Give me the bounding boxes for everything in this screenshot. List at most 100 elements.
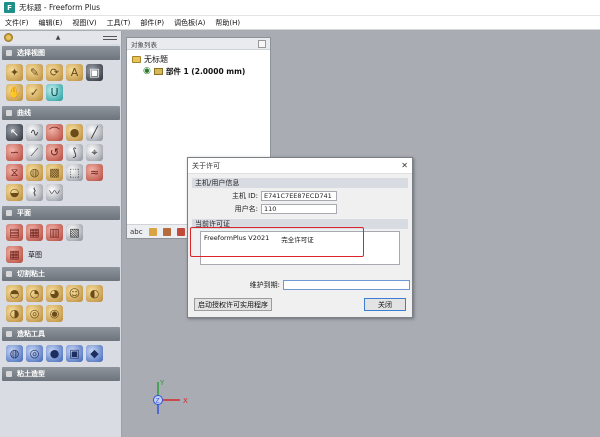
- select-tool-icon[interactable]: ✦: [6, 64, 23, 81]
- sculpt-tool-icon[interactable]: ●: [46, 345, 63, 362]
- arrow-tool-icon[interactable]: ↖: [6, 124, 23, 141]
- u-shape-tool-icon[interactable]: U: [46, 84, 63, 101]
- username-row: 用户名: 110: [188, 203, 412, 214]
- blend-tool-icon[interactable]: ◍: [6, 345, 23, 362]
- close-icon[interactable]: ✕: [401, 161, 408, 170]
- wrap-tool-icon[interactable]: ⌇: [26, 184, 43, 201]
- spline-tool-icon[interactable]: ∽: [6, 144, 23, 161]
- deform-tool-icon[interactable]: ◎: [26, 345, 43, 362]
- trim-tool-icon[interactable]: ◕: [46, 285, 63, 302]
- host-id-field[interactable]: E741C7EE87ECD741: [261, 190, 337, 201]
- maintenance-row: 维护到期:: [188, 279, 412, 290]
- carve-tool-icon[interactable]: ◓: [6, 285, 23, 302]
- close-button[interactable]: 关闭: [364, 298, 406, 311]
- mirror-tool-icon[interactable]: ⧖: [6, 164, 23, 181]
- dome-tool-icon[interactable]: ◉: [46, 305, 63, 322]
- plane-edit-icon[interactable]: ▥: [46, 224, 63, 241]
- section-clay-tools[interactable]: 造粘工具: [2, 327, 120, 341]
- bend-tool-icon[interactable]: ↺: [46, 144, 63, 161]
- menu-file[interactable]: 文件(F): [0, 18, 34, 28]
- plane-tool-icon[interactable]: ▤: [6, 224, 23, 241]
- collapse-icon: [6, 210, 12, 216]
- material-icon[interactable]: [162, 227, 171, 236]
- toolbox-header: ▲: [0, 31, 121, 44]
- stamp-tool-icon[interactable]: ◆: [86, 345, 103, 362]
- wave-tool-icon[interactable]: ≈: [86, 164, 103, 181]
- ring-tool-icon[interactable]: ◎: [26, 305, 43, 322]
- collapse-icon: [6, 50, 12, 56]
- letter-tool-icon[interactable]: A: [66, 64, 83, 81]
- offset-tool-icon[interactable]: ⟆: [66, 144, 83, 161]
- rotate-tool-icon[interactable]: ⟳: [46, 64, 63, 81]
- collapse-icon: [6, 110, 12, 116]
- line-tool-icon[interactable]: ╱: [86, 124, 103, 141]
- face-tool-icon[interactable]: ☺: [66, 285, 83, 302]
- cut-tool-icon[interactable]: ◔: [26, 285, 43, 302]
- grip-handle-icon[interactable]: [103, 35, 117, 40]
- username-field[interactable]: 110: [261, 203, 337, 214]
- brush-select-icon[interactable]: ✎: [26, 64, 43, 81]
- menu-edit[interactable]: 编辑(E): [34, 18, 68, 28]
- globe-tool-icon[interactable]: ◍: [26, 164, 43, 181]
- tool-grid-select-view: ✦ ✎ ⟳ A ▣ ✋ ✓ U: [0, 61, 121, 104]
- folder-icon: [132, 55, 141, 63]
- tree-part-row[interactable]: ◉ 部件 1 (2.0000 mm): [143, 65, 265, 77]
- section-select-view[interactable]: 选择视图: [2, 46, 120, 60]
- split-tool-icon[interactable]: ⟋: [26, 144, 43, 161]
- collapse-icon: [6, 271, 12, 277]
- ribbon-tool-icon[interactable]: 〰: [46, 184, 63, 201]
- toolbox-palette: ▲ 选择视图 ✦ ✎ ⟳ A ▣ ✋ ✓ U 曲线 ↖ ∿ ⌒ ● ╱ ∽ ⟋ …: [0, 31, 122, 437]
- tool-grid-cut-clay: ◓ ◔ ◕ ☺ ◐ ◑ ◎ ◉: [0, 282, 121, 325]
- license-dialog: 关于许可 ✕ 主机/用户信息 主机 ID: E741C7EE87ECD741 用…: [187, 157, 413, 318]
- cursor-tool-icon[interactable]: ⌖: [86, 144, 103, 161]
- paint-icon[interactable]: [148, 227, 157, 236]
- tool-grid-planes: ▤ ▦ ▥ ▧: [0, 221, 121, 244]
- curve-tool-icon[interactable]: ∿: [26, 124, 43, 141]
- scroll-up-icon[interactable]: ▲: [56, 34, 61, 41]
- maintenance-field[interactable]: [283, 279, 410, 290]
- sketch-item[interactable]: ▦ 草图: [0, 244, 121, 265]
- gear-icon[interactable]: [4, 33, 13, 42]
- launch-license-utility-button[interactable]: 启动授权许可实用程序: [194, 298, 272, 311]
- shell-tool-icon[interactable]: ◒: [6, 184, 23, 201]
- smooth-tool-icon[interactable]: ◑: [6, 305, 23, 322]
- axis-triad: X Y Z: [153, 379, 188, 414]
- cube-tool-icon[interactable]: ▩: [46, 164, 63, 181]
- scale-tool-icon[interactable]: ⬚: [66, 164, 83, 181]
- window-title: 无标题 - Freeform Plus: [19, 3, 101, 12]
- section-planes[interactable]: 平面: [2, 206, 120, 220]
- tree-root-row[interactable]: 无标题: [132, 53, 265, 65]
- tree-part-label: 部件 1 (2.0000 mm): [165, 66, 246, 76]
- object-tree: 无标题 ◉ 部件 1 (2.0000 mm): [127, 50, 270, 80]
- section-cut-clay[interactable]: 切割粘土: [2, 267, 120, 281]
- dialog-title: 关于许可: [192, 161, 220, 170]
- plane-copy-icon[interactable]: ▧: [66, 224, 83, 241]
- hand-tool-icon[interactable]: ✋: [6, 84, 23, 101]
- sphere-tool-icon[interactable]: ●: [66, 124, 83, 141]
- license-list[interactable]: FreeformPlus V2021 完全许可证: [200, 231, 400, 265]
- curve-edit-icon[interactable]: ⌒: [46, 124, 63, 141]
- host-id-label: 主机 ID:: [231, 191, 258, 200]
- box-tool-icon[interactable]: ▣: [66, 345, 83, 362]
- license-product: FreeformPlus V2021: [204, 234, 270, 242]
- menu-tools[interactable]: 工具(T): [102, 18, 136, 28]
- menu-help[interactable]: 帮助(H): [210, 18, 245, 28]
- view-tool-icon[interactable]: ▣: [86, 64, 103, 81]
- menu-view[interactable]: 视图(V): [67, 18, 101, 28]
- menu-palette[interactable]: 调色板(A): [169, 18, 210, 28]
- mold-tool-icon[interactable]: ◐: [86, 285, 103, 302]
- mark-tool-icon[interactable]: ✓: [26, 84, 43, 101]
- license-row[interactable]: FreeformPlus V2021 完全许可证: [204, 234, 396, 244]
- section-label: 平面: [17, 209, 31, 217]
- eye-icon[interactable]: ◉: [143, 66, 151, 76]
- delete-icon[interactable]: [176, 227, 185, 236]
- x-axis-label: X: [183, 397, 188, 405]
- section-clay-shaping[interactable]: 粘土造型: [2, 367, 120, 381]
- section-curves[interactable]: 曲线: [2, 106, 120, 120]
- menu-parts[interactable]: 部件(P): [135, 18, 169, 28]
- text-icon[interactable]: abc: [130, 228, 143, 236]
- plane-grid-icon[interactable]: ▦: [26, 224, 43, 241]
- y-axis-label: Y: [159, 379, 165, 387]
- panel-close-icon[interactable]: [258, 39, 266, 48]
- host-group-header: 主机/用户信息: [192, 178, 408, 188]
